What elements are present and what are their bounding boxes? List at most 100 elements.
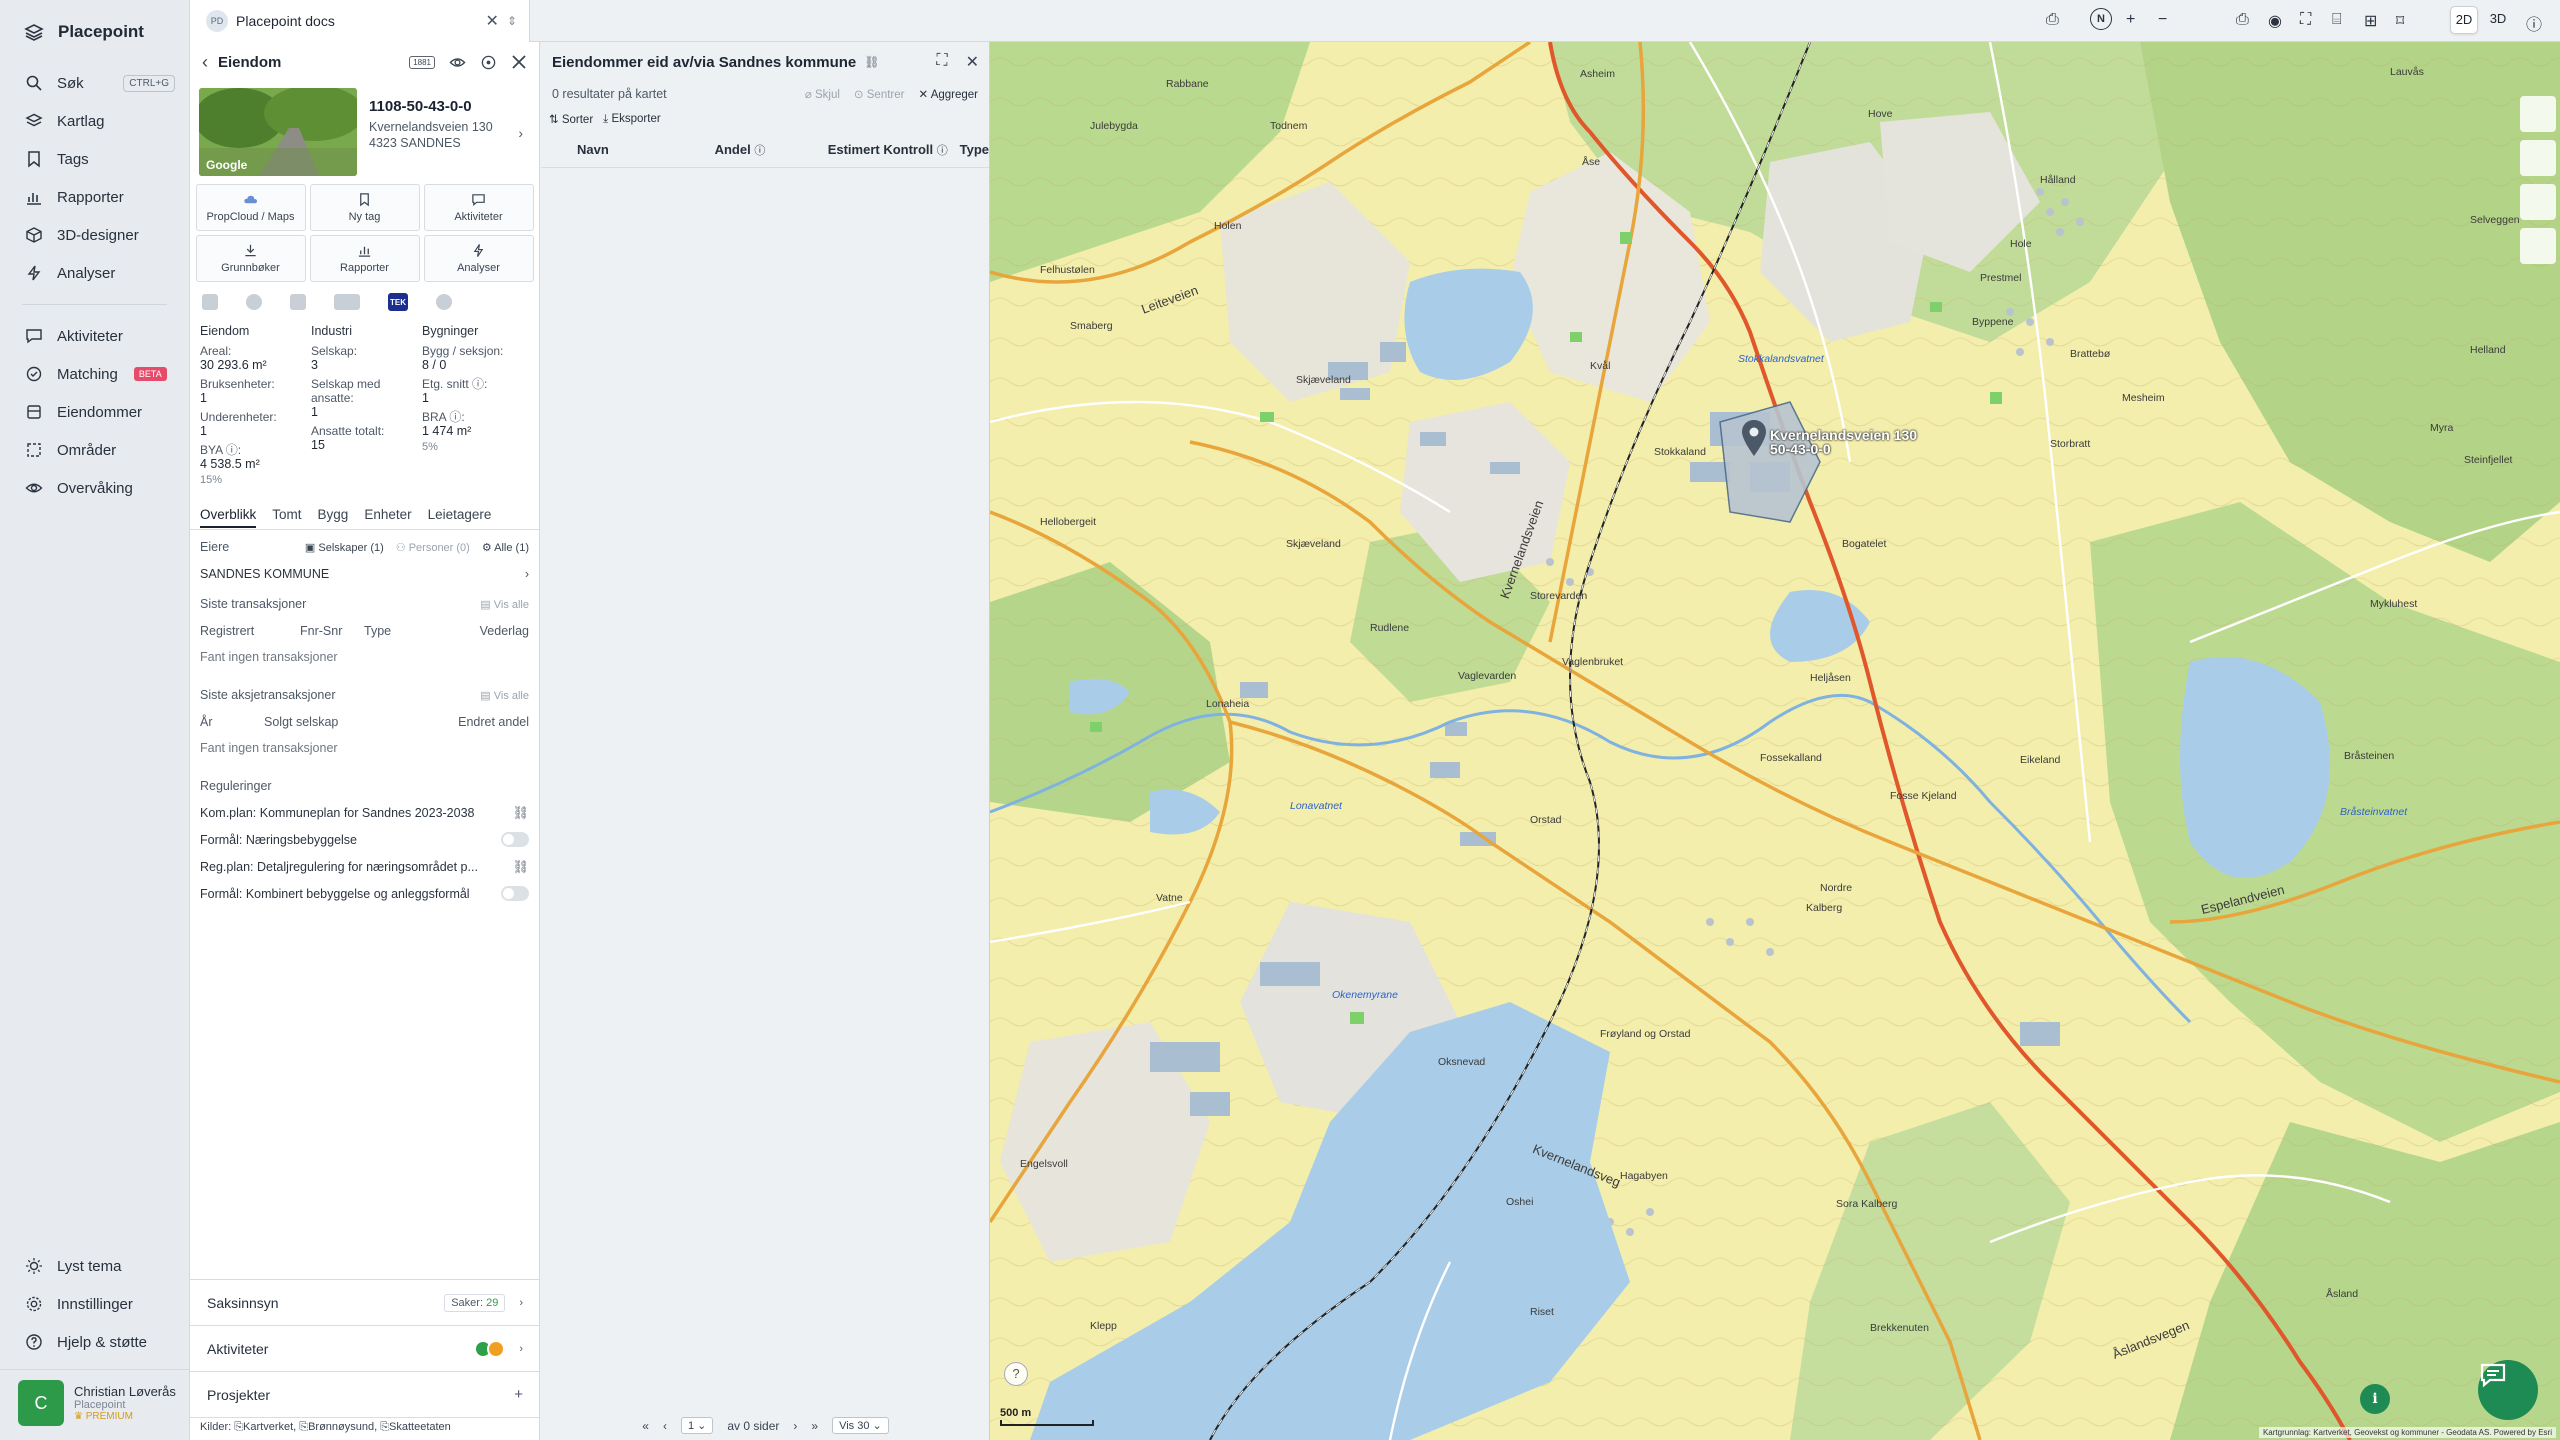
- nav-item-theme[interactable]: Lyst tema: [0, 1247, 190, 1285]
- grid-icon[interactable]: ⊞: [2364, 11, 2377, 31]
- last-page-icon[interactable]: »: [811, 1419, 818, 1433]
- measure-control-icon[interactable]: [2520, 228, 2556, 264]
- target-icon[interactable]: [480, 54, 497, 71]
- info-icon[interactable]: i: [2360, 1384, 2390, 1414]
- source-4-icon[interactable]: [334, 294, 360, 310]
- prev-page-icon[interactable]: ‹: [663, 1419, 667, 1433]
- expand-icon[interactable]: ⛶: [936, 52, 947, 72]
- zoom-out-icon[interactable]: −: [2158, 11, 2167, 29]
- owner-row[interactable]: SANDNES KOMMUNE ›: [190, 560, 539, 587]
- nav-item-help[interactable]: Hjelp & støtte: [0, 1323, 190, 1361]
- camera-icon[interactable]: ⌸: [2332, 11, 2342, 29]
- reports-button[interactable]: Rapporter: [309, 235, 420, 282]
- regulation-row[interactable]: Formål: Kombinert bebyggelse og anleggsf…: [190, 880, 539, 907]
- source-3-icon[interactable]: [290, 294, 306, 310]
- street-view-photo[interactable]: Google: [199, 88, 357, 176]
- page-select[interactable]: 1 ⌄: [680, 1417, 714, 1434]
- accordion-activities[interactable]: Aktiviteter ›: [190, 1326, 539, 1372]
- chevron-right-icon[interactable]: ›: [518, 125, 523, 141]
- show-all-link[interactable]: ▤ Vis alle: [480, 598, 529, 611]
- mode-3d-button[interactable]: 3D: [2484, 6, 2512, 34]
- tab-placepoint-docs[interactable]: PD Placepoint docs ✕ ⇕: [190, 0, 530, 42]
- nav-item-aktiviteter[interactable]: Aktiviteter: [0, 317, 189, 355]
- chevron-updown-icon[interactable]: ⇕: [507, 14, 517, 28]
- hide-button[interactable]: ⌀ Skjul: [805, 87, 840, 101]
- grid-icon[interactable]: 1881: [409, 55, 435, 69]
- map-view[interactable]: Asheim Julebygda Rabbane Todnem Holen Ås…: [990, 42, 2560, 1440]
- land-registry-button[interactable]: Grunnbøker: [195, 235, 306, 282]
- nav-item-tags[interactable]: Tags: [0, 140, 189, 178]
- filter-persons[interactable]: ⚇ Personer (0): [396, 541, 470, 554]
- tab-overblikk[interactable]: Overblikk: [200, 507, 257, 528]
- source-2-icon[interactable]: [246, 294, 262, 310]
- regulation-row[interactable]: Kom.plan: Kommuneplan for Sandnes 2023-2…: [190, 799, 539, 826]
- propcloud-button[interactable]: PropCloud / Maps: [195, 184, 306, 231]
- compass-icon[interactable]: N: [2090, 8, 2112, 30]
- center-button[interactable]: ⊙ Sentrer: [854, 87, 905, 101]
- link-icon[interactable]: ⛓: [512, 859, 529, 875]
- close-icon[interactable]: [511, 54, 527, 70]
- info-icon[interactable]: ⓘ: [2526, 11, 2542, 35]
- tek-icon[interactable]: TEK: [388, 293, 408, 311]
- chart-control-icon[interactable]: [2520, 184, 2556, 220]
- zoom-in-icon[interactable]: +: [2126, 11, 2135, 29]
- layers-control-icon[interactable]: [2520, 96, 2556, 132]
- draw-control-icon[interactable]: [2520, 140, 2556, 176]
- column-header[interactable]: Estimert Kontroll ⓘ: [828, 142, 960, 158]
- fullscreen-icon[interactable]: ⛶: [2300, 11, 2311, 29]
- mode-2d-button[interactable]: 2D: [2450, 6, 2478, 34]
- map-help-icon[interactable]: ?: [1004, 1362, 1028, 1386]
- column-header[interactable]: Andel ⓘ: [715, 142, 828, 158]
- export-button[interactable]: ⤓ Eksporter: [603, 113, 661, 126]
- link-icon[interactable]: ⛓: [512, 805, 529, 821]
- regulation-row[interactable]: Reg.plan: Detaljregulering for næringsom…: [190, 853, 539, 880]
- source-6-icon[interactable]: [436, 294, 452, 310]
- nav-item-omrader[interactable]: Områder: [0, 431, 189, 469]
- chat-support-button[interactable]: [2478, 1360, 2538, 1420]
- regulation-row[interactable]: Formål: Næringsbebyggelse: [190, 826, 539, 853]
- page-size-select[interactable]: Vis 30 ⌄: [832, 1417, 889, 1434]
- tab-leietagere[interactable]: Leietagere: [428, 507, 492, 522]
- new-tag-button[interactable]: Ny tag: [309, 184, 420, 231]
- filter-all[interactable]: ⚙ Alle (1): [482, 541, 529, 554]
- tab-tomt[interactable]: Tomt: [272, 507, 301, 522]
- back-icon[interactable]: ‹: [202, 52, 208, 73]
- print-icon[interactable]: ⎙: [2046, 11, 2059, 29]
- nav-item-settings[interactable]: Innstillinger: [0, 1285, 190, 1323]
- nav-item-overvaking[interactable]: Overvåking: [0, 469, 189, 507]
- activities-button[interactable]: Aktiviteter: [423, 184, 534, 231]
- accordion-projects[interactable]: Prosjekter +: [190, 1372, 539, 1418]
- source-1-icon[interactable]: [202, 294, 218, 310]
- regulation-toggle[interactable]: [501, 886, 529, 901]
- brand[interactable]: Placepoint: [0, 0, 189, 64]
- column-header[interactable]: Type: [960, 142, 989, 157]
- nav-item-search[interactable]: Søk CTRL+G: [0, 64, 189, 102]
- nav-item-3d-designer[interactable]: 3D-designer: [0, 216, 189, 254]
- nav-item-matching[interactable]: Matching BETA: [0, 355, 189, 393]
- filter-companies[interactable]: ▣ Selskaper (1): [305, 541, 384, 554]
- regulation-toggle[interactable]: [501, 832, 529, 847]
- close-icon[interactable]: ✕: [966, 52, 979, 72]
- analyses-button[interactable]: Analyser: [423, 235, 534, 282]
- nav-item-analyser[interactable]: Analyser: [0, 254, 189, 292]
- close-icon[interactable]: ✕: [486, 11, 499, 31]
- eye-icon[interactable]: [449, 54, 466, 71]
- nav-item-rapporter[interactable]: Rapporter: [0, 178, 189, 216]
- show-all-link[interactable]: ▤ Vis alle: [480, 689, 529, 702]
- tab-bygg[interactable]: Bygg: [318, 507, 349, 522]
- column-header[interactable]: Navn: [577, 142, 715, 157]
- bookmark-icon[interactable]: ⌑: [2396, 11, 2404, 31]
- sort-button[interactable]: ⇅ Sorter: [549, 112, 593, 126]
- accordion-insight[interactable]: Saksinnsyn Saker: 29 ›: [190, 1280, 539, 1326]
- next-page-icon[interactable]: ›: [793, 1419, 797, 1433]
- user-profile[interactable]: C Christian Løverås Placepoint ♛ PREMIUM: [0, 1369, 190, 1440]
- tab-enheter[interactable]: Enheter: [364, 507, 411, 522]
- eye-icon[interactable]: ◉: [2268, 11, 2282, 31]
- plus-icon[interactable]: +: [514, 1386, 523, 1403]
- nav-item-eiendommer[interactable]: Eiendommer: [0, 393, 189, 431]
- print-map-icon[interactable]: ⎙: [2236, 11, 2249, 29]
- nav-item-kartlag[interactable]: Kartlag: [0, 102, 189, 140]
- first-page-icon[interactable]: «: [642, 1419, 649, 1433]
- link-icon[interactable]: ⛓: [864, 55, 879, 69]
- aggregate-button[interactable]: ✕ Aggreger: [918, 87, 978, 101]
